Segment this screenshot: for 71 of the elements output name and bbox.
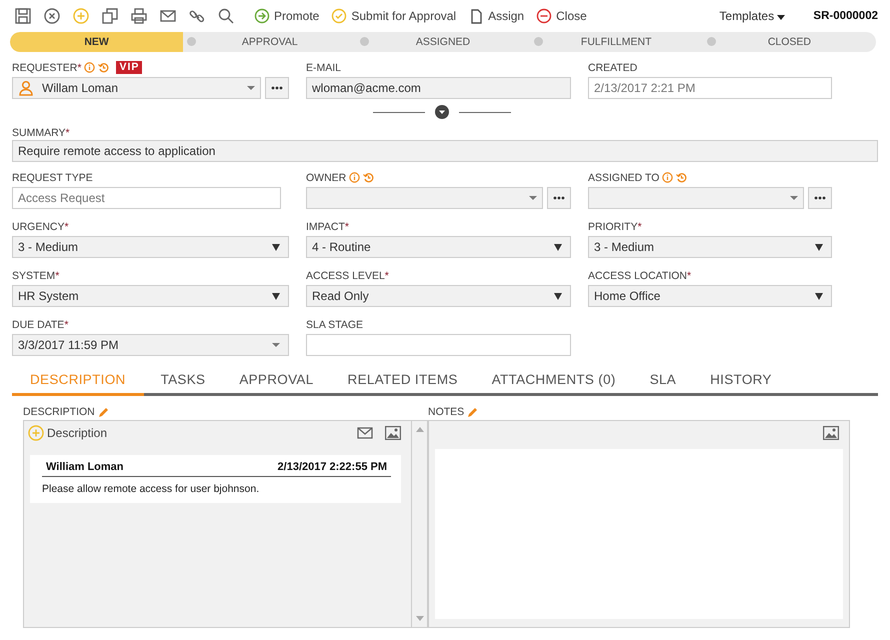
tab[interactable]: TASKS xyxy=(144,368,222,396)
stage-step: APPROVAL xyxy=(183,32,356,52)
field-label: REQUEST TYPE xyxy=(12,172,93,184)
field-label: SYSTEM* xyxy=(12,270,60,282)
field-label: SUMMARY* xyxy=(12,126,70,138)
stage-step: NEW xyxy=(10,32,184,52)
text-field[interactable]: Access Request xyxy=(12,187,281,209)
text-field[interactable]: 2/13/2017 2:21 PM xyxy=(588,77,832,99)
lookup-field[interactable] xyxy=(588,187,804,209)
comment-author: William Loman xyxy=(46,461,124,473)
more-button[interactable] xyxy=(265,77,289,99)
field-label: ACCESS LEVEL* xyxy=(306,270,389,282)
add-description-button[interactable]: Description xyxy=(28,425,108,441)
toolbar-button[interactable]: Submit for Approval xyxy=(331,5,456,27)
image-icon[interactable] xyxy=(385,426,401,440)
field-label: PRIORITY* xyxy=(588,220,642,232)
more-button[interactable] xyxy=(547,187,571,209)
tab[interactable]: HISTORY xyxy=(693,368,789,396)
section-label: NOTES xyxy=(428,406,464,418)
more-icon xyxy=(271,86,283,90)
tab[interactable]: ATTACHMENTS (0) xyxy=(474,368,633,396)
arrow-circle-icon xyxy=(254,8,270,24)
stage-step: CLOSED xyxy=(702,32,876,52)
field-label: URGENCY* xyxy=(12,220,69,232)
field-label: ASSIGNED TO xyxy=(588,172,660,184)
field-label: CREATED xyxy=(588,62,638,74)
dropdown-field[interactable]: Read Only xyxy=(306,285,571,307)
image-icon[interactable] xyxy=(823,426,839,440)
date-field[interactable]: 3/3/2017 11:59 PM xyxy=(12,334,289,356)
templates-menu[interactable]: Templates xyxy=(719,9,786,23)
stage-step: ASSIGNED xyxy=(356,32,530,52)
minus-circle-icon xyxy=(536,8,552,24)
dropdown-field[interactable]: 3 - Medium xyxy=(12,236,289,258)
dropdown-field[interactable]: 4 - Routine xyxy=(306,236,571,258)
text-field[interactable]: wloman@acme.com xyxy=(306,77,571,99)
field-label: OWNER xyxy=(306,172,346,184)
text-field[interactable] xyxy=(306,334,571,356)
tab[interactable]: RELATED ITEMS xyxy=(330,368,475,396)
field-label: E-MAIL xyxy=(306,62,342,74)
caret-icon xyxy=(777,15,786,20)
vip-badge: VIP xyxy=(116,61,142,74)
dropdown-field[interactable]: Home Office xyxy=(588,285,832,307)
toolbar-button[interactable]: Assign xyxy=(468,5,524,27)
more-icon xyxy=(553,196,565,200)
toolbar-button[interactable]: Close xyxy=(536,5,587,27)
lookup-field[interactable]: Willam Loman xyxy=(12,77,261,99)
field-label: SLA STAGE xyxy=(306,318,363,330)
dropdown-field[interactable]: HR System xyxy=(12,285,289,307)
toolbar-button[interactable]: Promote xyxy=(254,5,320,27)
field-label: DUE DATE* xyxy=(12,318,68,330)
more-button[interactable] xyxy=(808,187,832,209)
comment-text: Please allow remote access for user bjohnson. xyxy=(42,482,260,495)
more-icon xyxy=(814,196,826,200)
summary-field[interactable]: Require remote access to application xyxy=(12,140,878,162)
scrollbar[interactable] xyxy=(411,420,428,628)
tab[interactable]: APPROVAL xyxy=(222,368,331,396)
person-icon xyxy=(18,80,34,96)
field-label: ACCESS LOCATION* xyxy=(588,270,692,282)
comment-time: 2/13/2017 2:22:55 PM xyxy=(278,461,387,473)
record-id: SR-0000002 xyxy=(813,10,878,22)
check-circle-icon xyxy=(331,8,348,24)
section-label: DESCRIPTION xyxy=(23,406,95,418)
plus-circle-icon xyxy=(28,425,44,441)
tab[interactable]: SLA xyxy=(632,368,694,396)
field-label: REQUESTER* xyxy=(12,62,82,74)
dropdown-field[interactable]: 3 - Medium xyxy=(588,236,832,258)
collapse-toggle-icon[interactable] xyxy=(435,105,449,119)
field-label: IMPACT* xyxy=(306,220,349,232)
mail-icon[interactable] xyxy=(357,427,373,439)
stage-step: FULFILLMENT xyxy=(530,32,703,52)
lookup-field[interactable] xyxy=(306,187,543,209)
